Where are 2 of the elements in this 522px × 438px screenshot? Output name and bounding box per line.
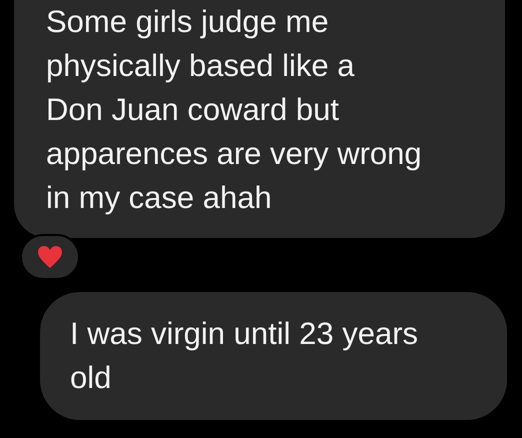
message-text: Some girls judge me physically based like a Don Juan coward but apparences are very wrong in my case ahah [46, 3, 423, 217]
message-text: I was virgin until 23 years old [70, 315, 420, 397]
